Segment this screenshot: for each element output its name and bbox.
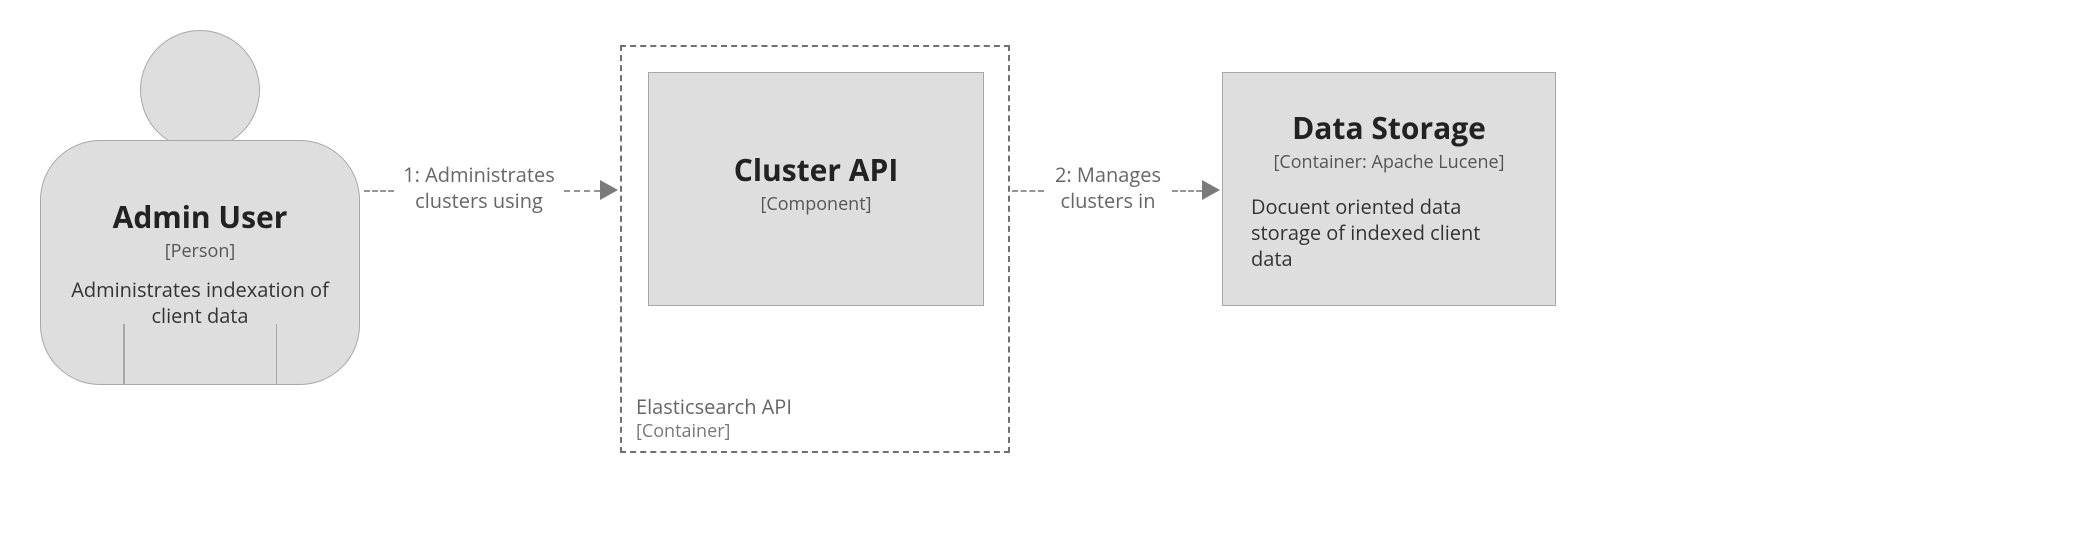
actor-body: Admin User [Person] Administrates indexa… — [40, 140, 360, 385]
container-title: Elasticsearch API — [636, 394, 792, 420]
actor-subtitle: [Person] — [165, 239, 236, 263]
edge-1-line-left — [364, 190, 394, 192]
container-label: Elasticsearch API [Container] — [636, 394, 792, 443]
edge-2-line-right — [1172, 190, 1202, 192]
actor-head-icon — [140, 30, 260, 150]
edge-2-label: 2: Manages clusters in — [1044, 162, 1172, 214]
component-cluster-api: Cluster API [Component] — [648, 72, 984, 306]
storage-title: Data Storage — [1292, 107, 1486, 148]
actor-admin-user: Admin User [Person] Administrates indexa… — [30, 30, 370, 390]
edge-1-arrow-icon — [600, 180, 618, 200]
component-title: Cluster API — [734, 149, 899, 190]
component-subtitle: [Component] — [760, 192, 871, 216]
edge-2-line-left — [1012, 190, 1044, 192]
storage-desc: Docuent oriented data storage of indexed… — [1251, 194, 1527, 272]
edge-1-label: 1: Administrates clusters using — [394, 162, 564, 214]
actor-desc: Administrates indexation of client data — [71, 277, 329, 329]
container-subtitle: [Container] — [636, 420, 792, 443]
edge-1-line-right — [564, 190, 600, 192]
box-data-storage: Data Storage [Container: Apache Lucene] … — [1222, 72, 1556, 306]
storage-subtitle: [Container: Apache Lucene] — [1273, 150, 1504, 174]
edge-2-arrow-icon — [1202, 180, 1220, 200]
actor-title: Admin User — [113, 196, 288, 237]
